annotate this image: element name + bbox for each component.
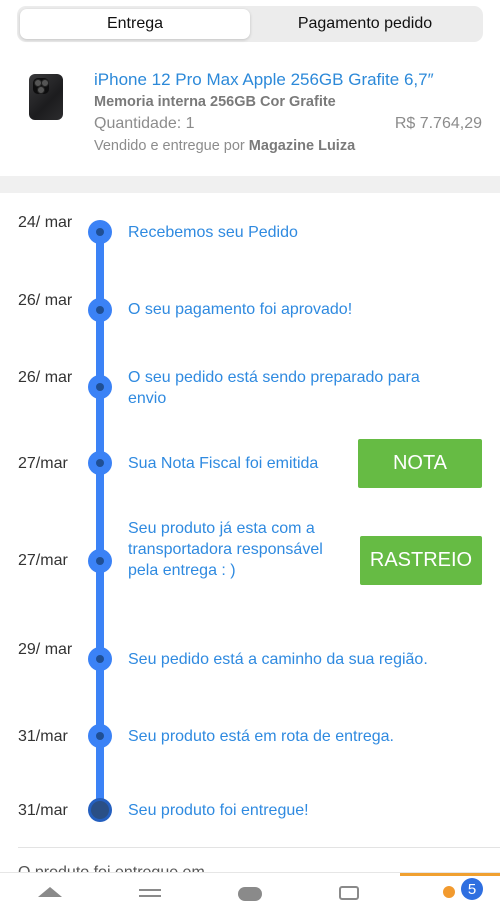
step-label: O seu pedido está sendo preparado para e… (128, 369, 420, 407)
step-label: O seu pagamento foi aprovado! (128, 301, 353, 318)
nav-active-indicator (400, 873, 500, 876)
nota-button[interactable]: NOTA (358, 439, 482, 488)
timeline-dot (88, 220, 112, 244)
step-date: 31/mar (18, 802, 68, 819)
timeline-dot (88, 549, 112, 573)
step-label: Seu pedido está a caminho da sua região. (128, 651, 428, 668)
tab-entrega[interactable]: Entrega (20, 9, 250, 39)
bottom-separator (18, 847, 500, 848)
step-label: Seu produto foi entregue! (128, 802, 309, 819)
list-icon[interactable] (139, 889, 161, 901)
step-date: 27/mar (18, 552, 68, 569)
step-date: 24/ mar (18, 214, 73, 231)
step-date: 29/ mar (18, 641, 73, 658)
phone-image (29, 74, 63, 120)
product-subtitle: Memoria interna 256GB Cor Grafite (94, 94, 336, 110)
timeline-dot (88, 647, 112, 671)
step-date: 26/ mar (18, 369, 73, 386)
product-title[interactable]: iPhone 12 Pro Max Apple 256GB Grafite 6,… (94, 70, 434, 90)
step-date: 27/mar (18, 455, 68, 472)
bottom-nav: 5 (0, 872, 500, 901)
product-seller: Vendido e entregue por Magazine Luiza (94, 138, 355, 154)
timeline-dot-final (88, 798, 112, 822)
tab-pagamento-pedido[interactable]: Pagamento pedido (250, 9, 480, 39)
step-label: Sua Nota Fiscal foi emitida (128, 455, 319, 472)
bag-icon[interactable] (339, 886, 359, 900)
seller-prefix: Vendido e entregue por (94, 138, 245, 154)
timeline-dot (88, 375, 112, 399)
step-date: 31/mar (18, 728, 68, 745)
account-icon[interactable] (443, 886, 455, 898)
product-price: R$ 7.764,29 (394, 115, 482, 132)
delivery-tabs: Entrega Pagamento pedido (17, 6, 483, 42)
seller-name: Magazine Luiza (248, 138, 356, 154)
step-label: Seu produto está em rota de entrega. (128, 728, 394, 745)
rastreio-button[interactable]: RASTREIO (360, 536, 482, 585)
section-divider (0, 176, 500, 193)
timeline-dot (88, 298, 112, 322)
home-icon[interactable] (38, 887, 62, 897)
timeline-dot (88, 724, 112, 748)
product-card[interactable]: iPhone 12 Pro Max Apple 256GB Grafite 6,… (0, 58, 500, 172)
timeline-dot (88, 451, 112, 475)
step-label: Seu produto já esta com a transportadora… (128, 520, 323, 579)
chat-icon[interactable] (238, 887, 262, 901)
step-label: Recebemos seu Pedido (128, 224, 298, 241)
step-date: 26/ mar (18, 292, 73, 309)
product-quantity: Quantidade: 1 (94, 115, 195, 132)
camera-module-icon (33, 78, 49, 94)
